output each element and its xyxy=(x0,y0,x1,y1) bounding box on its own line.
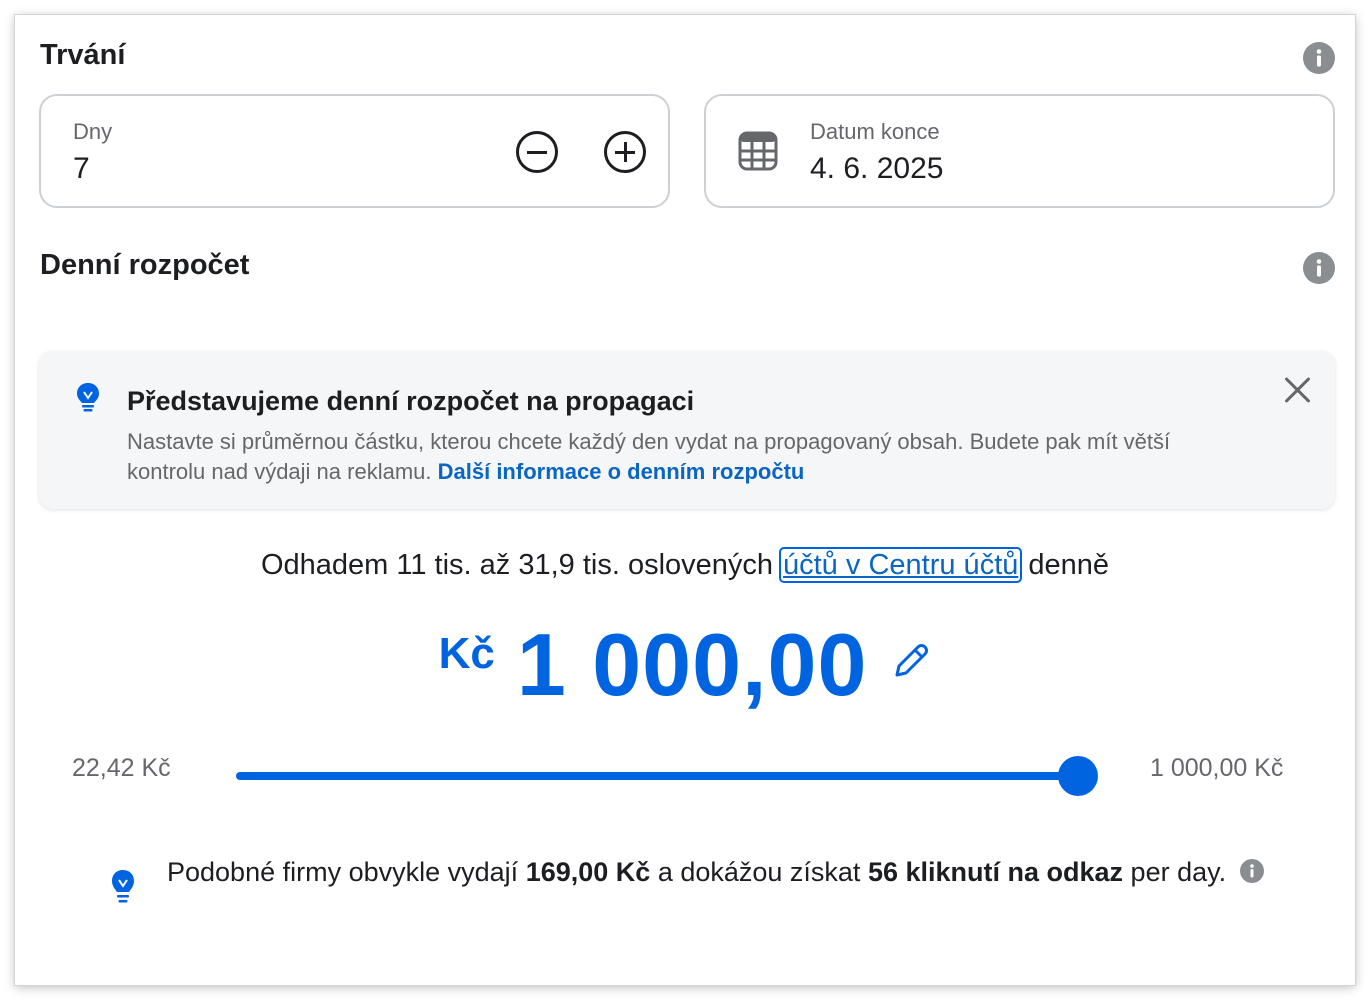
lightbulb-icon xyxy=(77,383,99,412)
end-date-field[interactable]: Datum konce 4. 6. 2025 xyxy=(704,94,1335,208)
calendar-icon xyxy=(738,131,778,171)
daily-budget-info-icon[interactable] xyxy=(1303,252,1335,284)
budget-amount: Kč 1 000,00 xyxy=(15,615,1355,715)
amount-value: 1 000,00 xyxy=(516,615,868,714)
edit-amount-button[interactable] xyxy=(891,641,931,681)
tip-lightbulb-icon xyxy=(112,870,134,903)
close-banner-button[interactable] xyxy=(1283,375,1313,405)
end-date-label: Datum konce xyxy=(810,119,940,144)
duration-budget-panel: Trvání Dny 7 Datum konce 4. 6. 2025 Denn… xyxy=(15,15,1355,985)
accounts-center-link[interactable]: účtů v Centru účtů xyxy=(779,547,1023,583)
tip-amount: 169,00 Kč xyxy=(525,857,651,887)
learn-more-link[interactable]: Další informace o denním rozpočtu xyxy=(438,459,805,484)
estimate-suffix: denně xyxy=(1028,549,1110,581)
banner-title: Představujeme denní rozpočet na propagac… xyxy=(127,386,695,416)
reach-estimate: Odhadem 11 tis. až 31,9 tis. oslovených ú… xyxy=(15,547,1355,583)
duration-info-icon[interactable] xyxy=(1303,42,1335,74)
tip-info-icon[interactable] xyxy=(1240,858,1265,883)
currency-label: Kč xyxy=(438,629,495,678)
budget-slider-thumb[interactable] xyxy=(1058,756,1098,796)
daily-budget-title: Denní rozpočet xyxy=(40,249,250,281)
end-date-value: 4. 6. 2025 xyxy=(810,152,944,185)
decrease-days-button[interactable] xyxy=(516,131,558,173)
days-label: Dny xyxy=(73,119,113,144)
daily-budget-banner: Představujeme denní rozpočet na propagac… xyxy=(39,351,1335,509)
minus-circle-icon xyxy=(527,151,547,154)
banner-text: Nastavte si průměrnou částku, kterou chc… xyxy=(127,427,1247,487)
slider-max-label: 1 000,00 Kč xyxy=(1150,754,1284,782)
estimate-prefix: Odhadem 11 tis. až 31,9 tis. oslovených xyxy=(260,549,774,581)
increase-days-button[interactable] xyxy=(604,131,646,173)
days-field[interactable]: Dny 7 xyxy=(39,94,670,208)
duration-title: Trvání xyxy=(40,39,126,71)
days-value[interactable]: 7 xyxy=(73,152,90,186)
slider-min-label: 22,42 Kč xyxy=(72,754,171,782)
spend-tip: Podobné firmy obvykle vydají 169,00 Kč a… xyxy=(167,853,1267,891)
tip-clicks: 56 kliknutí na odkaz xyxy=(867,857,1124,887)
budget-slider-track[interactable] xyxy=(236,772,1078,780)
